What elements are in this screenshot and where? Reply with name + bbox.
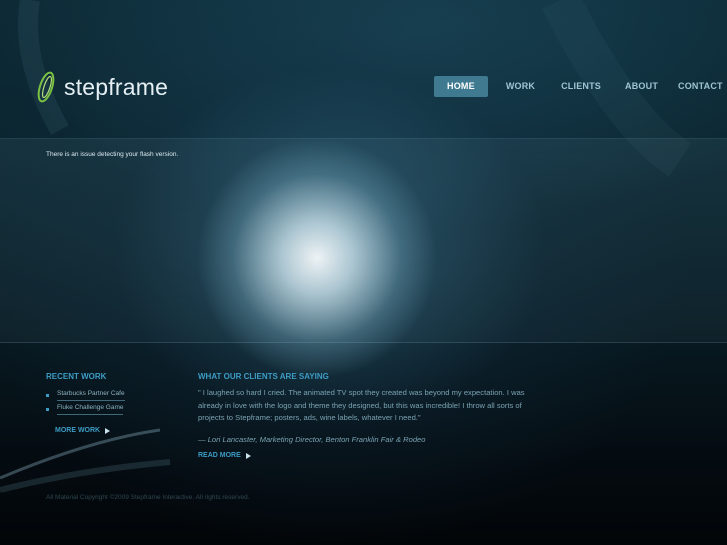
- nav-contact[interactable]: CONTACT: [678, 76, 723, 97]
- logo[interactable]: stepframe: [36, 70, 168, 104]
- more-work-link[interactable]: MORE WORK: [55, 427, 111, 434]
- list-item[interactable]: Starbucks Partner Cafe: [46, 388, 125, 402]
- read-more-label: READ MORE: [198, 452, 241, 459]
- more-work-label: MORE WORK: [55, 427, 101, 434]
- flash-version-message: There is an issue detecting your flash v…: [46, 151, 179, 158]
- stepframe-logo-icon: [37, 71, 55, 103]
- flash-banner-area: [0, 138, 727, 343]
- play-arrow-icon: [105, 427, 111, 434]
- footer-copyright: All Material Copyright ©2009 Stepframe I…: [46, 494, 250, 501]
- nav-work[interactable]: WORK: [506, 76, 535, 97]
- list-item[interactable]: Fluke Challenge Game: [46, 402, 125, 416]
- recent-work-title: RECENT WORK: [46, 372, 107, 381]
- read-more-link[interactable]: READ MORE: [198, 452, 251, 459]
- nav-clients[interactable]: CLIENTS: [561, 76, 601, 97]
- testimonial-quote: " I laughed so hard I cried. The animate…: [198, 388, 525, 422]
- recent-work-link[interactable]: Fluke Challenge Game: [57, 403, 124, 415]
- main-nav: HOME WORK CLIENTS ABOUT CONTACT: [434, 76, 723, 97]
- nav-about[interactable]: ABOUT: [625, 76, 658, 97]
- recent-work-link[interactable]: Starbucks Partner Cafe: [57, 389, 125, 401]
- testimonial-attribution: — Lori Lancaster, Marketing Director, Be…: [198, 435, 426, 444]
- testimonials-title: WHAT OUR CLIENTS ARE SAYING: [198, 372, 329, 381]
- brand-name: stepframe: [64, 73, 169, 100]
- nav-home[interactable]: HOME: [434, 76, 488, 97]
- play-arrow-icon: [245, 452, 251, 459]
- bullet-icon: [46, 407, 49, 411]
- bullet-icon: [46, 393, 49, 397]
- recent-work-list: Starbucks Partner Cafe Fluke Challenge G…: [46, 388, 125, 416]
